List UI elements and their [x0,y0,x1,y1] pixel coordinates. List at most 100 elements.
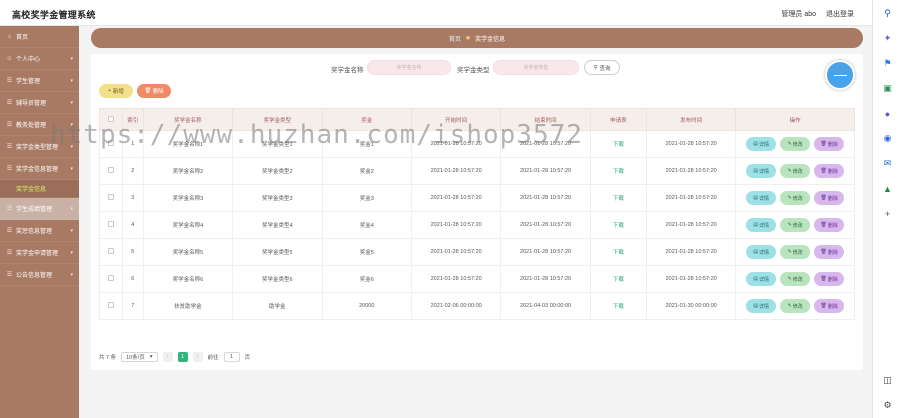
delete-button[interactable]: 🗑 删除 [814,245,845,259]
table-row[interactable]: 2 奖学金名称2 奖学金类型2 奖金2 2021-01-28 10:57:20 2021-… [99,157,855,185]
sidebar-item-2[interactable]: ☰ 学生管理 ▾ [0,70,79,92]
row-checkbox[interactable] [107,275,114,281]
search-icon[interactable]: ⚲ [882,8,893,19]
breadcrumb-home[interactable]: 首页 [449,34,461,43]
panel-toggle-icon[interactable]: ◫ [882,375,893,386]
edit-button[interactable]: ✎ 修改 [780,299,811,313]
page-size-select[interactable]: 10条/页 ▾ [121,352,158,362]
outlook-icon[interactable]: ✉ [882,158,893,169]
delete-button[interactable]: 🗑 删除 [814,299,845,313]
table-row[interactable]: 4 奖学金名称4 奖学金类型4 奖金4 2021-01-28 10:57:20 2021-… [99,211,855,239]
header-end[interactable]: 结束时间 [500,108,591,131]
edit-button[interactable]: ✎ 修改 [780,191,811,205]
detail-button[interactable]: ▤ 详情 [746,218,777,232]
edit-button[interactable]: ✎ 修改 [780,137,811,151]
edit-button[interactable]: ✎ 修改 [780,164,811,178]
detail-button[interactable]: ▤ 详情 [746,272,777,286]
trash-icon: 🗑 [820,222,827,228]
chevron-down-icon: ▾ [70,227,73,234]
edit-button[interactable]: ✎ 修改 [780,218,811,232]
file-icon: ▤ [753,168,759,174]
sidebar-item-6[interactable]: ☰ 奖学金信息管理 ▾ [0,158,79,180]
delete-button[interactable]: 🗑 删除 [814,164,845,178]
add-button[interactable]: + 新增 [99,84,133,98]
row-checkbox[interactable] [107,140,114,146]
table-row[interactable]: 5 奖学金名称5 奖学金类型5 奖金5 2021-01-28 10:57:20 2021-… [99,238,855,266]
page-button-current[interactable]: 1 [177,352,188,362]
settings-icon[interactable]: ⚙ [882,400,893,411]
row-checkbox[interactable] [107,194,114,200]
header-type[interactable]: 奖学金类型 [232,108,323,131]
person-icon[interactable]: ● [882,108,893,119]
sidebar-item-8[interactable]: ☰ 学生成绩管理 ▾ [0,198,79,220]
row-select-cell [99,265,123,293]
header-index[interactable]: 索引 [121,108,144,131]
header-amount[interactable]: 奖金 [321,108,412,131]
scholarship-table: 索引 奖学金名称 奖学金类型 奖金 开始时间 结束时间 申请表 发布时间 操作 … [99,108,855,320]
detail-button[interactable]: ▤ 详情 [746,191,777,205]
prev-page-button[interactable]: ‹ [162,352,173,362]
table-row[interactable]: 1 奖学金名称1 奖学金类型1 奖金1 2021-01-28 10:57:20 2021-… [99,130,855,158]
name-input[interactable]: 奖学金名称 [367,60,451,75]
type-input[interactable]: 奖学金类型 [493,60,579,75]
breadcrumb: 首页 ★ 奖学金信息 [91,28,863,48]
sidebar-item-4[interactable]: ☰ 教务处管理 ▾ [0,114,79,136]
select-all-checkbox[interactable] [107,115,114,122]
row-form[interactable]: 下载 [589,184,647,212]
delete-button[interactable]: 🗑 删除 [814,218,845,232]
detail-button[interactable]: ▤ 详情 [746,245,777,259]
table-row[interactable]: 7 扶贫助学金 助学金 20000 2021-02-06 00:00:00 2021-04… [99,292,855,320]
sidebar-item-9[interactable]: ☰ 奖惩信息管理 ▾ [0,220,79,242]
add-icon[interactable]: + [882,208,893,219]
row-form[interactable]: 下载 [589,265,647,293]
office-icon[interactable]: ◉ [882,133,893,144]
sidebar-item-label: 学生管理 [16,79,41,85]
edit-button[interactable]: ✎ 修改 [780,245,811,259]
delete-button[interactable]: 🗑 删除 [814,137,845,151]
row-form[interactable]: 下载 [589,130,647,158]
delete-button-label: 删除 [827,303,838,310]
header-publish[interactable]: 发布时间 [645,108,737,131]
detail-button-label: 详情 [759,276,770,283]
sidebar-item-11[interactable]: ☰ 公告信息管理 ▾ [0,264,79,286]
sparkle-icon[interactable]: ✦ [882,33,893,44]
row-amount: 奖金2 [321,157,412,185]
edit-button[interactable]: ✎ 修改 [780,272,811,286]
sidebar-item-0[interactable]: ⌂ 首页 [0,26,79,48]
query-button[interactable]: ⚲ 查询 [584,60,620,75]
row-checkbox[interactable] [107,248,114,254]
row-form[interactable]: 下载 [589,238,647,266]
floating-avatar[interactable] [825,60,855,90]
row-form[interactable]: 下载 [589,157,647,185]
row-checkbox[interactable] [107,221,114,227]
tag-icon[interactable]: ⚑ [882,58,893,69]
row-form[interactable]: 下载 [589,211,647,239]
goto-page-input[interactable]: 1 [223,352,240,362]
table-row[interactable]: 3 奖学金名称3 奖学金类型3 奖金3 2021-01-28 10:57:20 2021-… [99,184,855,212]
sidebar-item-5[interactable]: ☰ 奖学金类型管理 ▾ [0,136,79,158]
row-select-cell [99,157,123,185]
sidebar-item-7[interactable]: 奖学金信息 [0,180,79,198]
table-row[interactable]: 6 奖学金名称6 奖学金类型6 奖金6 2021-01-28 10:57:20 2021-… [99,265,855,293]
row-amount: 奖金1 [321,130,412,158]
pencil-icon: ✎ [787,141,792,147]
briefcase-icon[interactable]: ▣ [882,83,893,94]
delete-button[interactable]: 🗑 删除 [814,272,845,286]
detail-button[interactable]: ▤ 详情 [746,299,777,313]
sidebar-item-1[interactable]: ☺ 个人中心 ▾ [0,48,79,70]
detail-button[interactable]: ▤ 详情 [746,164,777,178]
next-page-button[interactable]: › [192,352,203,362]
row-checkbox[interactable] [107,302,114,308]
header-form[interactable]: 申请表 [589,108,647,131]
tree-icon[interactable]: ▲ [882,183,893,194]
row-checkbox[interactable] [107,167,114,173]
batch-delete-button[interactable]: 🗑 删除 [137,84,171,98]
logout-link[interactable]: 退出登录 [826,9,854,19]
header-start[interactable]: 开始时间 [410,108,502,131]
sidebar-item-10[interactable]: ☰ 奖学金申请管理 ▾ [0,242,79,264]
sidebar-item-3[interactable]: ☰ 辅导员管理 ▾ [0,92,79,114]
delete-button[interactable]: 🗑 删除 [814,191,845,205]
header-name[interactable]: 奖学金名称 [142,108,234,131]
row-form[interactable]: 下载 [589,292,647,320]
detail-button[interactable]: ▤ 详情 [746,137,777,151]
